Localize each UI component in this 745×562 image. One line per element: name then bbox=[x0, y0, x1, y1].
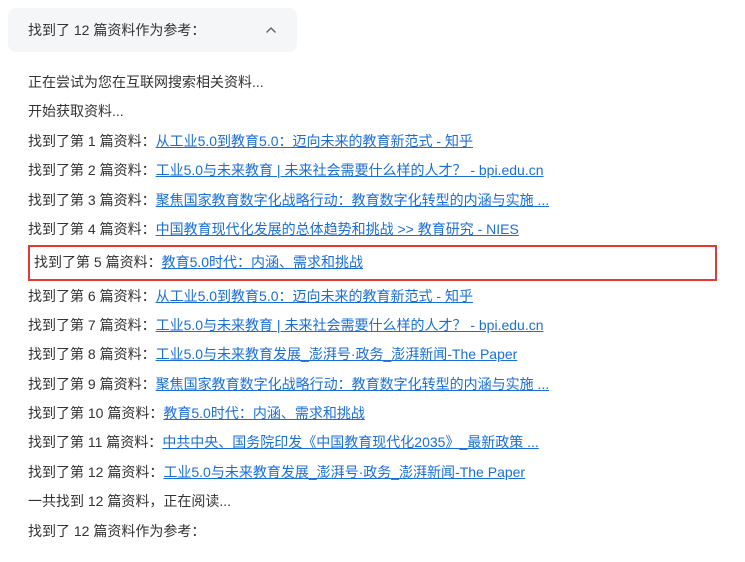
result-link[interactable]: 工业5.0与未来教育 | 未来社会需要什么样的人才？ - bpi.edu.cn bbox=[156, 162, 544, 178]
summary-toggle[interactable]: 找到了 12 篇资料作为参考： bbox=[8, 8, 297, 52]
result-prefix: 找到了第 4 篇资料： bbox=[28, 221, 156, 237]
result-row: 找到了第 9 篇资料：聚焦国家教育数字化战略行动：教育数字化转型的内涵与实施 .… bbox=[28, 370, 717, 399]
result-prefix: 找到了第 1 篇资料： bbox=[28, 133, 156, 149]
chevron-up-icon bbox=[265, 24, 277, 36]
result-link[interactable]: 中共中央、国务院印发《中国教育现代化2035》_最新政策 ... bbox=[162, 434, 539, 450]
result-row: 找到了第 8 篇资料：工业5.0与未来教育发展_澎湃号·政务_澎湃新闻-The … bbox=[28, 340, 717, 369]
result-link[interactable]: 工业5.0与未来教育发展_澎湃号·政务_澎湃新闻-The Paper bbox=[156, 346, 518, 362]
result-row: 找到了第 1 篇资料：从工业5.0到教育5.0：迈向未来的教育新范式 - 知乎 bbox=[28, 127, 717, 156]
result-row: 找到了第 11 篇资料：中共中央、国务院印发《中国教育现代化2035》_最新政策… bbox=[28, 428, 717, 457]
result-row: 找到了第 7 篇资料：工业5.0与未来教育 | 未来社会需要什么样的人才？ - … bbox=[28, 311, 717, 340]
summary-text: 找到了 12 篇资料作为参考： bbox=[28, 20, 205, 40]
result-link[interactable]: 从工业5.0到教育5.0：迈向未来的教育新范式 - 知乎 bbox=[156, 133, 473, 149]
result-prefix: 找到了第 2 篇资料： bbox=[28, 162, 156, 178]
result-prefix: 找到了第 11 篇资料： bbox=[28, 434, 162, 450]
result-link[interactable]: 教育5.0时代：内涵、需求和挑战 bbox=[162, 254, 363, 270]
result-link[interactable]: 聚焦国家教育数字化战略行动：教育数字化转型的内涵与实施 ... bbox=[156, 192, 550, 208]
result-prefix: 找到了第 5 篇资料： bbox=[34, 254, 162, 270]
result-prefix: 找到了第 9 篇资料： bbox=[28, 376, 156, 392]
result-row: 找到了第 4 篇资料：中国教育现代化发展的总体趋势和挑战 >> 教育研究 - N… bbox=[28, 215, 717, 244]
result-link[interactable]: 聚焦国家教育数字化战略行动：教育数字化转型的内涵与实施 ... bbox=[156, 376, 550, 392]
results-list: 找到了第 1 篇资料：从工业5.0到教育5.0：迈向未来的教育新范式 - 知乎找… bbox=[28, 127, 717, 487]
results-content: 正在尝试为您在互联网搜索相关资料... 开始获取资料... 找到了第 1 篇资料… bbox=[0, 68, 745, 562]
footer-line-1: 一共找到 12 篇资料，正在阅读... bbox=[28, 487, 717, 516]
footer-line-2: 找到了 12 篇资料作为参考： bbox=[28, 517, 717, 546]
result-row: 找到了第 12 篇资料：工业5.0与未来教育发展_澎湃号·政务_澎湃新闻-The… bbox=[28, 458, 717, 487]
result-prefix: 找到了第 3 篇资料： bbox=[28, 192, 156, 208]
result-row: 找到了第 5 篇资料：教育5.0时代：内涵、需求和挑战 bbox=[34, 250, 711, 275]
result-prefix: 找到了第 8 篇资料： bbox=[28, 346, 156, 362]
result-prefix: 找到了第 12 篇资料： bbox=[28, 464, 163, 480]
result-row: 找到了第 3 篇资料：聚焦国家教育数字化战略行动：教育数字化转型的内涵与实施 .… bbox=[28, 186, 717, 215]
result-link[interactable]: 中国教育现代化发展的总体趋势和挑战 >> 教育研究 - NIES bbox=[156, 221, 519, 237]
result-row: 找到了第 6 篇资料：从工业5.0到教育5.0：迈向未来的教育新范式 - 知乎 bbox=[28, 282, 717, 311]
highlighted-result: 找到了第 5 篇资料：教育5.0时代：内涵、需求和挑战 bbox=[28, 245, 717, 280]
result-link[interactable]: 教育5.0时代：内涵、需求和挑战 bbox=[163, 405, 364, 421]
result-prefix: 找到了第 7 篇资料： bbox=[28, 317, 156, 333]
result-row: 找到了第 10 篇资料：教育5.0时代：内涵、需求和挑战 bbox=[28, 399, 717, 428]
result-link[interactable]: 工业5.0与未来教育发展_澎湃号·政务_澎湃新闻-The Paper bbox=[163, 464, 525, 480]
intro-line-2: 开始获取资料... bbox=[28, 97, 717, 126]
result-prefix: 找到了第 6 篇资料： bbox=[28, 288, 156, 304]
result-prefix: 找到了第 10 篇资料： bbox=[28, 405, 163, 421]
result-link[interactable]: 工业5.0与未来教育 | 未来社会需要什么样的人才？ - bpi.edu.cn bbox=[156, 317, 544, 333]
result-row: 找到了第 2 篇资料：工业5.0与未来教育 | 未来社会需要什么样的人才？ - … bbox=[28, 156, 717, 185]
result-link[interactable]: 从工业5.0到教育5.0：迈向未来的教育新范式 - 知乎 bbox=[156, 288, 473, 304]
intro-line-1: 正在尝试为您在互联网搜索相关资料... bbox=[28, 68, 717, 97]
